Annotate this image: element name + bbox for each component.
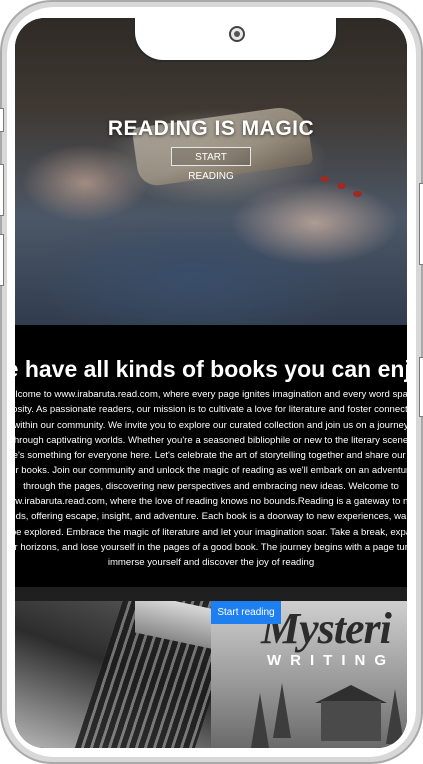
section-divider xyxy=(15,587,407,601)
phone-screen: READING IS MAGIC START READING We have a… xyxy=(15,18,407,748)
about-paragraph: Welcome to www.irabaruta.read.com, where… xyxy=(15,389,407,569)
hero-section: READING IS MAGIC START READING xyxy=(15,18,407,325)
about-heading: We have all kinds of books you can enjoy xyxy=(15,356,407,382)
tree-image xyxy=(251,693,269,748)
phone-notch xyxy=(133,18,338,62)
about-section: We have all kinds of books you can enjoy… xyxy=(15,325,407,587)
hero-title: READING IS MAGIC xyxy=(107,117,315,140)
book-cover-subtitle: WRITING xyxy=(267,652,395,669)
tree-image xyxy=(386,689,404,744)
side-button-right-2 xyxy=(419,357,423,417)
side-button-left-2 xyxy=(0,164,4,216)
cabin-image xyxy=(321,701,381,741)
side-button-left-3 xyxy=(0,234,4,286)
start-reading-button[interactable]: START READING xyxy=(171,147,251,182)
book-card-architecture[interactable] xyxy=(15,601,211,748)
start-reading-tag[interactable]: Start reading xyxy=(211,601,281,624)
camera-icon xyxy=(229,26,245,42)
side-button-left-1 xyxy=(0,108,4,132)
tree-image xyxy=(273,683,291,738)
side-button-right-1 xyxy=(419,183,423,265)
book-card-mystery[interactable]: Mysteri WRITING Start reading xyxy=(211,601,407,748)
